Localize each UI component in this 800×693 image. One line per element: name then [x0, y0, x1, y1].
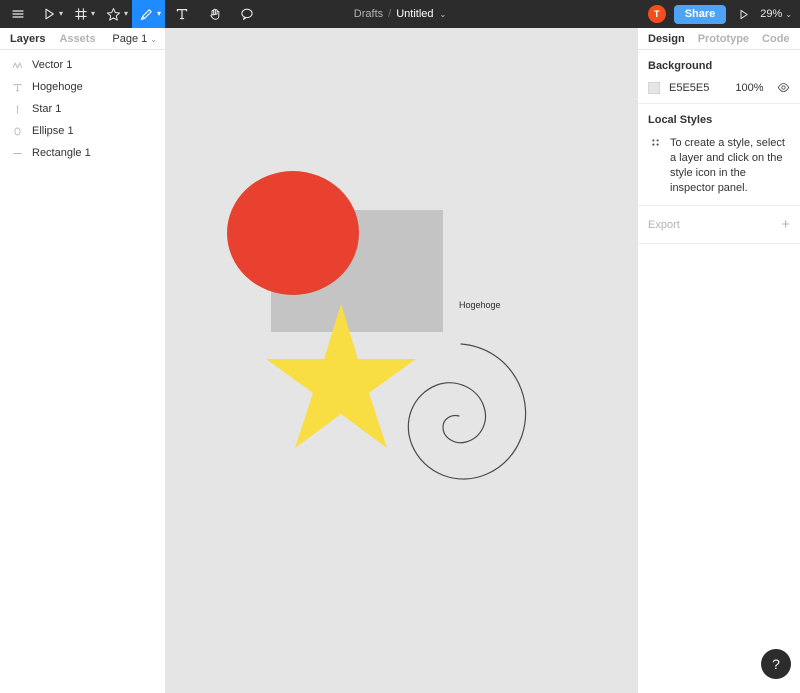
tool-group: ▾ ▾ ▾ ▾	[0, 0, 263, 28]
tab-assets[interactable]: Assets	[59, 33, 95, 45]
layer-list: Vector 1 Hogehoge Star 1 Ellipse 1 Recta…	[0, 50, 165, 164]
shape-vector-1[interactable]	[407, 343, 527, 480]
share-button[interactable]: Share	[673, 4, 727, 24]
canvas-text-hogehoge[interactable]: Hogehoge	[459, 300, 501, 310]
background-opacity-value[interactable]: 100%	[735, 82, 763, 94]
text-tool-icon[interactable]	[165, 0, 199, 28]
color-swatch[interactable]	[648, 81, 660, 94]
layer-label: Hogehoge	[32, 81, 83, 93]
file-name[interactable]: Untitled	[396, 8, 433, 20]
zoom-control[interactable]: 29% ⌄	[760, 8, 792, 20]
tab-design[interactable]: Design	[648, 33, 685, 45]
layer-item-hogehoge[interactable]: Hogehoge	[0, 76, 165, 98]
chevron-down-icon: ⌄	[785, 9, 792, 19]
tab-layers[interactable]: Layers	[10, 33, 45, 45]
rectangle-layer-icon	[8, 142, 26, 164]
layer-label: Vector 1	[32, 59, 73, 71]
chevron-down-icon[interactable]: ▾	[59, 10, 63, 18]
design-canvas[interactable]: Hogehoge	[166, 28, 637, 693]
local-styles-empty-state: To create a style, select a layer and cl…	[648, 136, 790, 196]
background-hex-value[interactable]: E5E5E5	[669, 82, 709, 94]
shape-ellipse-1[interactable]	[227, 171, 359, 295]
top-toolbar: ▾ ▾ ▾ ▾ Drafts / Untitled ⌄ T Share 29% …	[0, 0, 800, 28]
toolbar-right-group: T Share 29% ⌄	[647, 0, 792, 28]
avatar[interactable]: T	[647, 5, 666, 23]
layer-label: Rectangle 1	[32, 147, 91, 159]
layer-label: Star 1	[32, 103, 62, 115]
local-styles-message: To create a style, select a layer and cl…	[670, 137, 785, 194]
pen-tool-icon[interactable]: ▾	[132, 0, 166, 28]
chevron-down-icon[interactable]: ⌄	[440, 10, 447, 19]
add-export-button[interactable]: +	[781, 217, 790, 232]
background-section: Background E5E5E5 100%	[638, 50, 800, 104]
eye-icon[interactable]	[777, 81, 790, 94]
layer-label: Ellipse 1	[32, 125, 74, 137]
breadcrumb-project[interactable]: Drafts	[354, 8, 383, 20]
background-row: E5E5E5 100%	[648, 81, 790, 94]
page-label: Page 1	[112, 33, 148, 45]
shape-tool-icon[interactable]: ▾	[99, 0, 132, 28]
star-layer-icon	[8, 98, 26, 120]
menu-icon[interactable]	[0, 0, 35, 28]
chevron-down-icon[interactable]: ▾	[157, 10, 161, 18]
help-button[interactable]: ?	[761, 649, 791, 679]
chevron-down-icon: ⌄	[150, 34, 157, 44]
ellipse-layer-icon	[8, 120, 26, 142]
chevron-down-icon[interactable]: ▾	[91, 10, 95, 18]
page-selector[interactable]: Page 1 ⌄	[112, 28, 157, 50]
export-section: Export +	[638, 206, 800, 244]
comment-tool-icon[interactable]	[231, 0, 263, 28]
vector-layer-icon	[8, 54, 26, 76]
right-sidebar: Design Prototype Code Background E5E5E5 …	[637, 28, 800, 693]
left-sidebar: Layers Assets Page 1 ⌄ Vector 1 Hogehoge…	[0, 28, 166, 693]
tab-code[interactable]: Code	[762, 33, 790, 45]
local-styles-section: Local Styles To create a style, select a…	[638, 104, 800, 206]
tab-prototype[interactable]: Prototype	[698, 33, 749, 45]
style-grid-icon	[648, 136, 664, 196]
hand-tool-icon[interactable]	[199, 0, 231, 28]
layer-item-ellipse-1[interactable]: Ellipse 1	[0, 120, 165, 142]
layer-item-star-1[interactable]: Star 1	[0, 98, 165, 120]
layer-item-vector-1[interactable]: Vector 1	[0, 54, 165, 76]
breadcrumb-separator: /	[388, 8, 392, 20]
figma-app-window: ▾ ▾ ▾ ▾ Drafts / Untitled ⌄ T Share 29% …	[0, 0, 800, 693]
layer-item-rectangle-1[interactable]: Rectangle 1	[0, 142, 165, 164]
export-label: Export	[648, 218, 680, 231]
zoom-level: 29%	[760, 8, 783, 20]
local-styles-title: Local Styles	[648, 114, 713, 126]
present-icon[interactable]	[734, 5, 752, 23]
move-tool-icon[interactable]: ▾	[35, 0, 67, 28]
chevron-down-icon[interactable]: ▾	[124, 10, 128, 18]
canvas-shapes	[227, 171, 527, 480]
right-panel-tabs: Design Prototype Code	[638, 28, 800, 50]
frame-tool-icon[interactable]: ▾	[67, 0, 99, 28]
background-title: Background	[648, 60, 713, 72]
left-panel-tabs: Layers Assets Page 1 ⌄	[0, 28, 165, 50]
text-layer-icon	[8, 76, 26, 98]
